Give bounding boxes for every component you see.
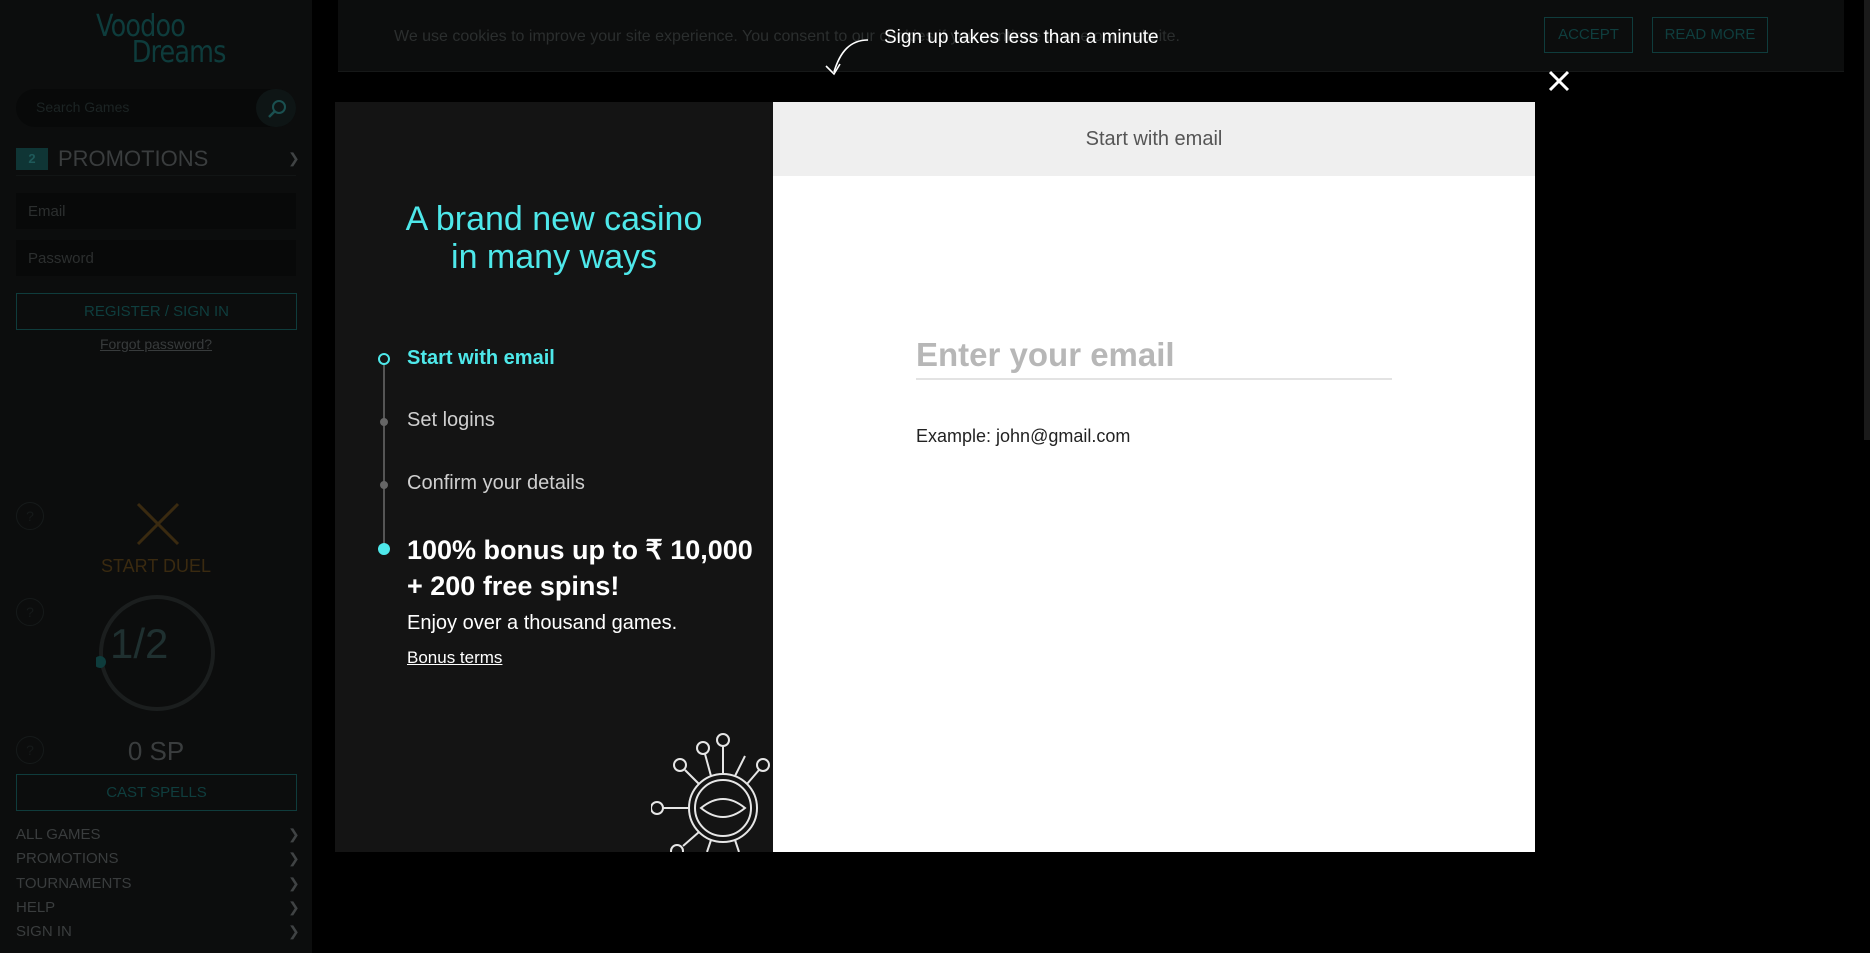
step-dot: [380, 418, 388, 426]
nav-item-help[interactable]: HELP ❯: [16, 899, 300, 921]
help-icon[interactable]: ?: [16, 502, 44, 530]
search-icon: [268, 100, 286, 118]
eye-emblem-illustration: [651, 733, 770, 852]
email-example-hint: Example: john@gmail.com: [916, 426, 1131, 446]
search-button[interactable]: [256, 89, 296, 127]
start-duel-button[interactable]: START DUEL: [0, 556, 312, 577]
modal-headline: A brand new casino in many ways: [335, 200, 773, 276]
promotions-row[interactable]: 2 PROMOTIONS ❯: [16, 146, 300, 176]
headline-line-1: A brand new casino: [405, 200, 703, 238]
nav-label: SIGN IN: [16, 923, 72, 940]
nav-item-tournaments[interactable]: TOURNAMENTS ❯: [16, 875, 300, 897]
cast-spells-button[interactable]: CAST SPELLS: [16, 774, 297, 811]
cookie-read-more-button[interactable]: READ MORE: [1652, 17, 1768, 53]
help-icon[interactable]: ?: [16, 598, 44, 626]
tab-start-with-email: Start with email: [773, 102, 1535, 176]
signup-form-panel: Start with email Example: john@gmail.com: [773, 102, 1535, 852]
nav-item-promotions[interactable]: PROMOTIONS ❯: [16, 850, 300, 872]
chevron-right-icon: ❯: [288, 875, 300, 891]
step-dot-active: [378, 353, 390, 365]
nav-label: PROMOTIONS: [16, 850, 119, 867]
email-field[interactable]: [16, 193, 296, 229]
step-set-logins: Set logins: [407, 409, 495, 431]
nav-label: ALL GAMES: [16, 826, 101, 843]
nav-item-all-games[interactable]: ALL GAMES ❯: [16, 826, 300, 848]
promotions-label: PROMOTIONS: [58, 146, 209, 171]
search-input[interactable]: [36, 99, 256, 115]
chevron-right-icon: ❯: [288, 923, 300, 939]
site-logo[interactable]: Voodoo Dreams: [96, 12, 226, 68]
search-box: [16, 89, 296, 127]
register-signin-button[interactable]: REGISTER / SIGN IN: [16, 293, 297, 330]
step-start-with-email: Start with email: [407, 347, 555, 369]
bonus-offer: 100% bonus up to ₹ 10,000 + 200 free spi…: [407, 532, 757, 604]
ring-value: 1/2: [110, 620, 169, 667]
sidebar: Voodoo Dreams 2 PROMOTIONS ❯ REGISTER / …: [0, 0, 312, 953]
signup-hint: Sign up takes less than a minute: [884, 27, 1159, 48]
bonus-line-2: + 200 free spins!: [407, 571, 620, 601]
bonus-line-1: 100% bonus up to ₹ 10,000: [407, 535, 753, 565]
nav-label: TOURNAMENTS: [16, 875, 132, 892]
cookie-accept-button[interactable]: ACCEPT: [1544, 17, 1633, 53]
curved-arrow-icon: [825, 39, 869, 76]
signup-email-input[interactable]: [916, 332, 1392, 380]
step-dot-bonus: [378, 543, 390, 555]
spell-points: 0 SP: [127, 736, 185, 766]
headline-line-2: in many ways: [451, 238, 657, 276]
bonus-terms-link[interactable]: Bonus terms: [407, 648, 502, 668]
chevron-right-icon: ❯: [288, 150, 300, 166]
chevron-right-icon: ❯: [288, 899, 300, 915]
forgot-password-link[interactable]: Forgot password?: [0, 336, 312, 352]
nav-item-sign-in[interactable]: SIGN IN ❯: [16, 923, 300, 945]
nav-label: HELP: [16, 899, 56, 916]
steps-timeline: [383, 358, 385, 550]
chevron-right-icon: ❯: [288, 850, 300, 866]
chevron-right-icon: ❯: [288, 826, 300, 842]
close-icon[interactable]: [1544, 66, 1574, 96]
page-scrollbar[interactable]: [1864, 0, 1870, 440]
signup-info-panel: A brand new casino in many ways Start wi…: [335, 102, 773, 852]
bonus-subtitle: Enjoy over a thousand games.: [407, 612, 678, 634]
step-dot: [380, 481, 388, 489]
promotions-count-badge: 2: [16, 148, 48, 170]
password-field[interactable]: [16, 240, 296, 276]
step-confirm-details: Confirm your details: [407, 472, 585, 494]
crossed-swords-icon: [136, 502, 180, 546]
